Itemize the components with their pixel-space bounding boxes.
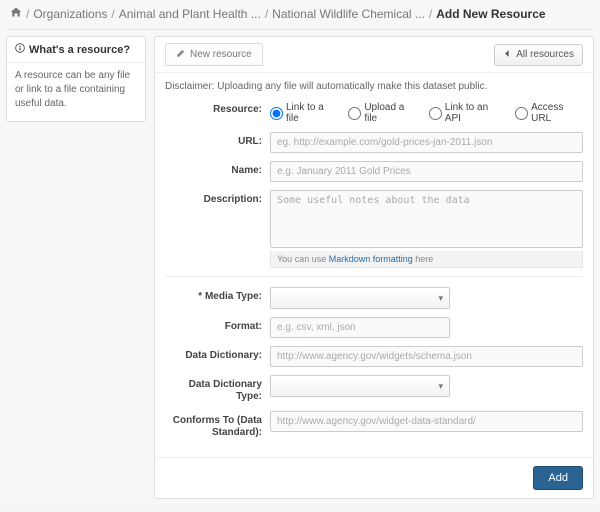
name-input[interactable] (270, 161, 583, 182)
label-url: URL: (165, 132, 270, 148)
breadcrumb-sep: / (26, 7, 29, 21)
radio-access-url[interactable]: Access URL (515, 102, 583, 124)
tab-label: New resource (190, 49, 252, 60)
sidebar-info-box: What's a resource? A resource can be any… (6, 36, 146, 122)
sidebar: What's a resource? A resource can be any… (6, 36, 146, 499)
breadcrumb-link[interactable]: Organizations (33, 7, 107, 21)
separator (165, 276, 583, 277)
breadcrumb-sep: / (265, 7, 268, 21)
edit-icon (176, 48, 186, 61)
disclaimer-text: Disclaimer: Uploading any file will auto… (165, 81, 583, 92)
radio-upload-file[interactable]: Upload a file (348, 102, 416, 124)
chevron-down-icon: ▾ (438, 381, 443, 392)
breadcrumb-current: Add New Resource (436, 7, 545, 21)
description-textarea[interactable] (270, 190, 583, 248)
radio-link-file[interactable]: Link to a file (270, 102, 336, 124)
main-panel: New resource All resources Disclaimer: U… (154, 36, 594, 499)
label-media-type: * Media Type: (165, 287, 270, 303)
tab-new-resource[interactable]: New resource (165, 43, 263, 66)
label-resource: Resource: (165, 100, 270, 116)
data-dictionary-input[interactable] (270, 346, 583, 367)
data-dictionary-type-select[interactable]: ▾ (270, 375, 450, 397)
label-data-dictionary-type: Data Dictionary Type: (165, 375, 270, 403)
all-resources-label: All resources (516, 49, 574, 60)
all-resources-button[interactable]: All resources (494, 44, 583, 66)
add-button[interactable]: Add (533, 466, 583, 490)
home-icon[interactable] (10, 6, 22, 21)
label-name: Name: (165, 161, 270, 177)
label-description: Description: (165, 190, 270, 206)
markdown-link[interactable]: Markdown formatting (329, 254, 413, 264)
breadcrumb-sep: / (429, 7, 432, 21)
breadcrumb: / Organizations / Animal and Plant Healt… (6, 0, 594, 30)
label-format: Format: (165, 317, 270, 333)
label-data-dictionary: Data Dictionary: (165, 346, 270, 362)
conforms-to-input[interactable] (270, 411, 583, 432)
sidebar-title-text: What's a resource? (29, 44, 130, 56)
breadcrumb-link[interactable]: Animal and Plant Health ... (119, 7, 261, 21)
label-conforms-to: Conforms To (Data Standard): (165, 411, 270, 439)
arrow-left-icon (503, 49, 512, 61)
breadcrumb-link[interactable]: National Wildlife Chemical ... (272, 7, 425, 21)
sidebar-body: A resource can be any file or link to a … (7, 63, 145, 121)
info-icon (15, 43, 25, 56)
resource-type-radios: Link to a file Upload a file Link to an … (270, 100, 583, 124)
media-type-select[interactable]: ▾ (270, 287, 450, 309)
radio-link-api[interactable]: Link to an API (429, 102, 503, 124)
description-hint: You can use Markdown formatting here (270, 251, 583, 268)
format-input[interactable] (270, 317, 450, 338)
sidebar-title: What's a resource? (7, 37, 145, 63)
url-input[interactable] (270, 132, 583, 153)
chevron-down-icon: ▾ (438, 293, 443, 304)
breadcrumb-sep: / (111, 7, 114, 21)
